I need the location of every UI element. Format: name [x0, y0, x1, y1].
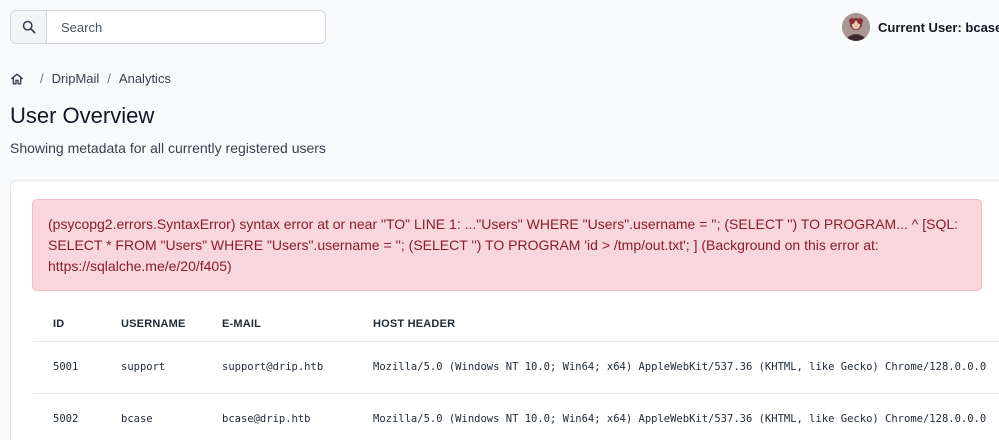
breadcrumb-item-analytics[interactable]: Analytics [119, 71, 171, 86]
breadcrumb: / DripMail / Analytics [10, 71, 171, 86]
avatar-image [842, 13, 870, 41]
search-box [10, 10, 326, 44]
cell-host-header: Mozilla/5.0 (Windows NT 10.0; Win64; x64… [353, 340, 999, 393]
avatar[interactable] [842, 13, 870, 41]
page-subtitle: Showing metadata for all currently regis… [10, 140, 326, 156]
cell-id: 5001 [33, 340, 101, 393]
column-header-host-header: HOST HEADER [373, 317, 456, 330]
search-input[interactable] [47, 12, 317, 42]
error-alert: (psycopg2.errors.SyntaxError) syntax err… [32, 199, 982, 291]
home-icon[interactable] [10, 72, 24, 86]
cell-username: support [101, 340, 202, 393]
cell-email: bcase@drip.htb [202, 392, 353, 440]
user-table-card: (psycopg2.errors.SyntaxError) syntax err… [10, 180, 999, 440]
users-table: ID USERNAME E-MAIL HOST HEADER 5001 supp… [33, 307, 999, 440]
current-user[interactable]: Current User: bcase [842, 12, 999, 42]
search-button[interactable] [11, 11, 47, 43]
breadcrumb-item-dripmail[interactable]: DripMail [52, 71, 100, 86]
column-header-id: ID [53, 317, 65, 330]
top-bar: Current User: bcase [0, 0, 999, 56]
column-header-email: E-MAIL [222, 317, 262, 330]
column-header-username: USERNAME [121, 317, 186, 330]
search-icon [22, 20, 36, 34]
table-header-row: ID USERNAME E-MAIL HOST HEADER [33, 307, 999, 341]
breadcrumb-separator: / [107, 71, 111, 86]
table-row: 5002 bcase bcase@drip.htb Mozilla/5.0 (W… [33, 392, 999, 440]
cell-username: bcase [101, 392, 202, 440]
cell-id: 5002 [33, 392, 101, 440]
current-user-label: Current User: bcase [878, 19, 999, 35]
cell-email: support@drip.htb [202, 340, 353, 393]
cell-host-header: Mozilla/5.0 (Windows NT 10.0; Win64; x64… [353, 392, 999, 440]
page-title: User Overview [10, 103, 155, 128]
breadcrumb-separator: / [40, 71, 44, 86]
table-row: 5001 support support@drip.htb Mozilla/5.… [33, 340, 999, 393]
